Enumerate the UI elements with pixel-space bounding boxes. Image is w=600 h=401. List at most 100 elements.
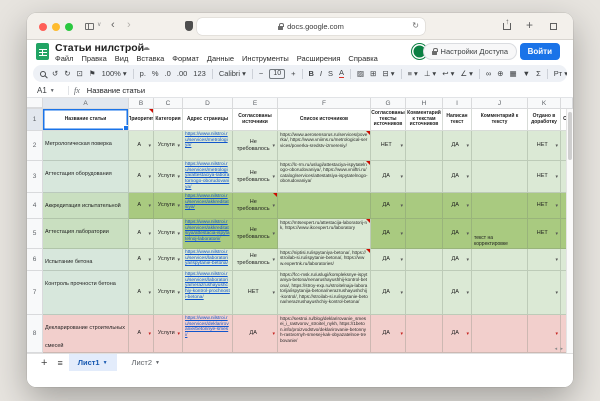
font-select[interactable]: Calibri ▾ bbox=[219, 70, 246, 78]
cell-J2[interactable] bbox=[472, 131, 528, 161]
dropdown-arrow-icon[interactable]: ▾ bbox=[177, 257, 180, 263]
row-number-4[interactable]: 4 bbox=[27, 193, 43, 219]
text-wrap-icon[interactable]: ↩ ▾ bbox=[442, 70, 454, 78]
font-size-increase-icon[interactable]: + bbox=[291, 70, 295, 78]
cell-G1[interactable]: Согласованы тексты источников bbox=[371, 109, 406, 131]
page-url-link[interactable]: https://www.nilstroi.ru/services/laborat… bbox=[185, 272, 230, 300]
column-header-A[interactable]: A bbox=[43, 98, 129, 108]
cell-reference-box[interactable]: A1▼ bbox=[27, 86, 63, 95]
close-window-button[interactable] bbox=[39, 23, 47, 31]
page-url-link[interactable]: https://www.nilstroi.ru/services/akkredi… bbox=[185, 194, 230, 211]
share-icon[interactable] bbox=[503, 23, 511, 30]
cell-B5[interactable]: А▾ bbox=[129, 219, 154, 249]
cell-A4[interactable]: Аккредитация испытательной лаборатории bbox=[43, 193, 129, 219]
horizontal-scroll-arrows[interactable]: ◂ ▸ bbox=[555, 346, 564, 352]
cell-F3[interactable]: https://lc-rm.ru/uslugi/attestaciya-ispy… bbox=[278, 161, 371, 193]
undo-icon[interactable]: ↺ bbox=[52, 70, 58, 78]
cell-K3[interactable]: НЕТ▾ bbox=[528, 161, 561, 193]
merge-cells-icon[interactable]: ⊟ ▾ bbox=[382, 70, 394, 78]
dropdown-arrow-icon[interactable]: ▾ bbox=[177, 143, 180, 149]
column-header-F[interactable]: F bbox=[278, 98, 371, 108]
cell-K7[interactable]: ▾ bbox=[528, 271, 561, 315]
reload-icon[interactable]: ↻ bbox=[412, 21, 419, 30]
sheets-logo-icon[interactable] bbox=[36, 43, 49, 60]
cell-H2[interactable] bbox=[406, 131, 443, 161]
dropdown-arrow-icon[interactable]: ▾ bbox=[555, 290, 558, 296]
cell-F2[interactable]: https://www.aerosensorus.ru/services/pov… bbox=[278, 131, 371, 161]
dropdown-arrow-icon[interactable]: ▾ bbox=[466, 231, 469, 237]
search-icon[interactable] bbox=[40, 71, 46, 77]
column-header-C[interactable]: C bbox=[154, 98, 183, 108]
forward-button[interactable]: › bbox=[127, 19, 131, 32]
cell-A3[interactable]: Аттестация оборудования bbox=[43, 161, 129, 193]
cell-B3[interactable]: А▾ bbox=[129, 161, 154, 193]
dropdown-arrow-icon[interactable]: ▾ bbox=[466, 203, 469, 209]
page-url-link[interactable]: https://www.nilstroi.ru/services/metrolo… bbox=[185, 132, 230, 149]
chart-icon[interactable]: ▦ bbox=[510, 70, 517, 78]
strikethrough-icon[interactable]: S bbox=[328, 70, 333, 78]
select-all-corner[interactable] bbox=[27, 98, 43, 108]
column-header-B[interactable]: B bbox=[129, 98, 154, 108]
cell-B2[interactable]: А▾ bbox=[129, 131, 154, 161]
number-format-icon[interactable]: 123 bbox=[193, 70, 206, 78]
menu-правка[interactable]: Правка bbox=[81, 54, 106, 63]
vertical-align-icon[interactable]: ⊥ ▾ bbox=[424, 70, 436, 78]
input-tools-select[interactable]: Рт ▾ bbox=[554, 70, 567, 78]
text-color-icon[interactable]: A bbox=[339, 69, 344, 78]
column-header-partial[interactable] bbox=[561, 98, 573, 108]
dropdown-arrow-icon[interactable]: ▾ bbox=[177, 203, 180, 209]
cell-J6[interactable] bbox=[472, 249, 528, 271]
cell-D5[interactable]: https://www.nilstroi.ru/services/akkredi… bbox=[183, 219, 233, 249]
row-number-1[interactable]: 1 bbox=[27, 109, 43, 131]
dropdown-arrow-icon[interactable]: ▾ bbox=[466, 290, 469, 296]
cell-B1[interactable]: Приоритет▾ bbox=[129, 109, 154, 131]
cell-I5[interactable]: ДА▾ bbox=[443, 219, 472, 249]
cell-B7[interactable]: А▾ bbox=[129, 271, 154, 315]
menu-вид[interactable]: Вид bbox=[115, 54, 129, 63]
cell-D2[interactable]: https://www.nilstroi.ru/services/metrolo… bbox=[183, 131, 233, 161]
cell-A7[interactable]: Контроль прочности бетона bbox=[43, 271, 129, 315]
sidebar-chevron-icon[interactable]: ∨ bbox=[97, 21, 101, 28]
cell-H3[interactable] bbox=[406, 161, 443, 193]
dropdown-arrow-icon[interactable]: ▾ bbox=[400, 331, 403, 337]
cell-A1[interactable]: Название статьи bbox=[43, 109, 129, 131]
dropdown-arrow-icon[interactable]: ▾ bbox=[149, 117, 152, 123]
cell-G4[interactable]: ДА▾ bbox=[371, 193, 406, 219]
cell-K5[interactable]: НЕТ▾ bbox=[528, 219, 561, 249]
cell-E1[interactable]: Согласованы источники bbox=[233, 109, 278, 131]
cell-J1[interactable]: Комментарий к тексту bbox=[472, 109, 528, 131]
cell-I6[interactable]: ДА▾ bbox=[443, 249, 472, 271]
dropdown-arrow-icon[interactable]: ▾ bbox=[555, 143, 558, 149]
cell-H5[interactable] bbox=[406, 219, 443, 249]
cell-D1[interactable]: Адрес страницы bbox=[183, 109, 233, 131]
cell-F6[interactable]: https://niptisi.ru/ispytaniya-betona/, h… bbox=[278, 249, 371, 271]
cell-J5[interactable]: текст на корректировке bbox=[472, 219, 528, 249]
dropdown-arrow-icon[interactable]: ▾ bbox=[400, 174, 403, 180]
column-header-E[interactable]: E bbox=[233, 98, 278, 108]
page-url-link[interactable]: https://www.nilstroi.ru/services/metrolo… bbox=[185, 162, 230, 190]
dropdown-arrow-icon[interactable]: ▾ bbox=[177, 290, 180, 296]
dropdown-arrow-icon[interactable]: ▾ bbox=[400, 203, 403, 209]
percent-icon[interactable]: % bbox=[152, 70, 159, 78]
column-header-G[interactable]: G bbox=[371, 98, 406, 108]
cell-F1[interactable]: Список источников bbox=[278, 109, 371, 131]
cell-B4[interactable]: А▾ bbox=[129, 193, 154, 219]
cell-H1[interactable]: Комментарий к текстам источников bbox=[406, 109, 443, 131]
cell-A5[interactable]: Аттестация лаборатории bbox=[43, 219, 129, 249]
cell-E6[interactable]: Не требовалось▾ bbox=[233, 249, 278, 271]
cell-G8[interactable]: ДА▾ bbox=[371, 315, 406, 353]
dropdown-arrow-icon[interactable]: ▾ bbox=[272, 257, 275, 263]
row-number-6[interactable]: 6 bbox=[27, 249, 43, 271]
bold-icon[interactable]: B bbox=[309, 70, 314, 78]
link-icon[interactable]: ∞ bbox=[486, 70, 491, 78]
address-bar[interactable]: docs.google.com ↻ bbox=[197, 18, 425, 35]
new-tab-button[interactable]: + bbox=[526, 18, 533, 32]
print-icon[interactable]: ⊡ bbox=[77, 70, 83, 78]
font-size-decrease-icon[interactable]: − bbox=[259, 70, 263, 78]
cell-C5[interactable]: Услуги▾ bbox=[154, 219, 183, 249]
cell-G5[interactable]: ДА▾ bbox=[371, 219, 406, 249]
italic-icon[interactable]: I bbox=[320, 70, 322, 78]
zoom-select[interactable]: 100% ▾ bbox=[102, 70, 127, 78]
horizontal-align-icon[interactable]: ≡ ▾ bbox=[408, 70, 418, 78]
cell-K4[interactable]: НЕТ▾ bbox=[528, 193, 561, 219]
